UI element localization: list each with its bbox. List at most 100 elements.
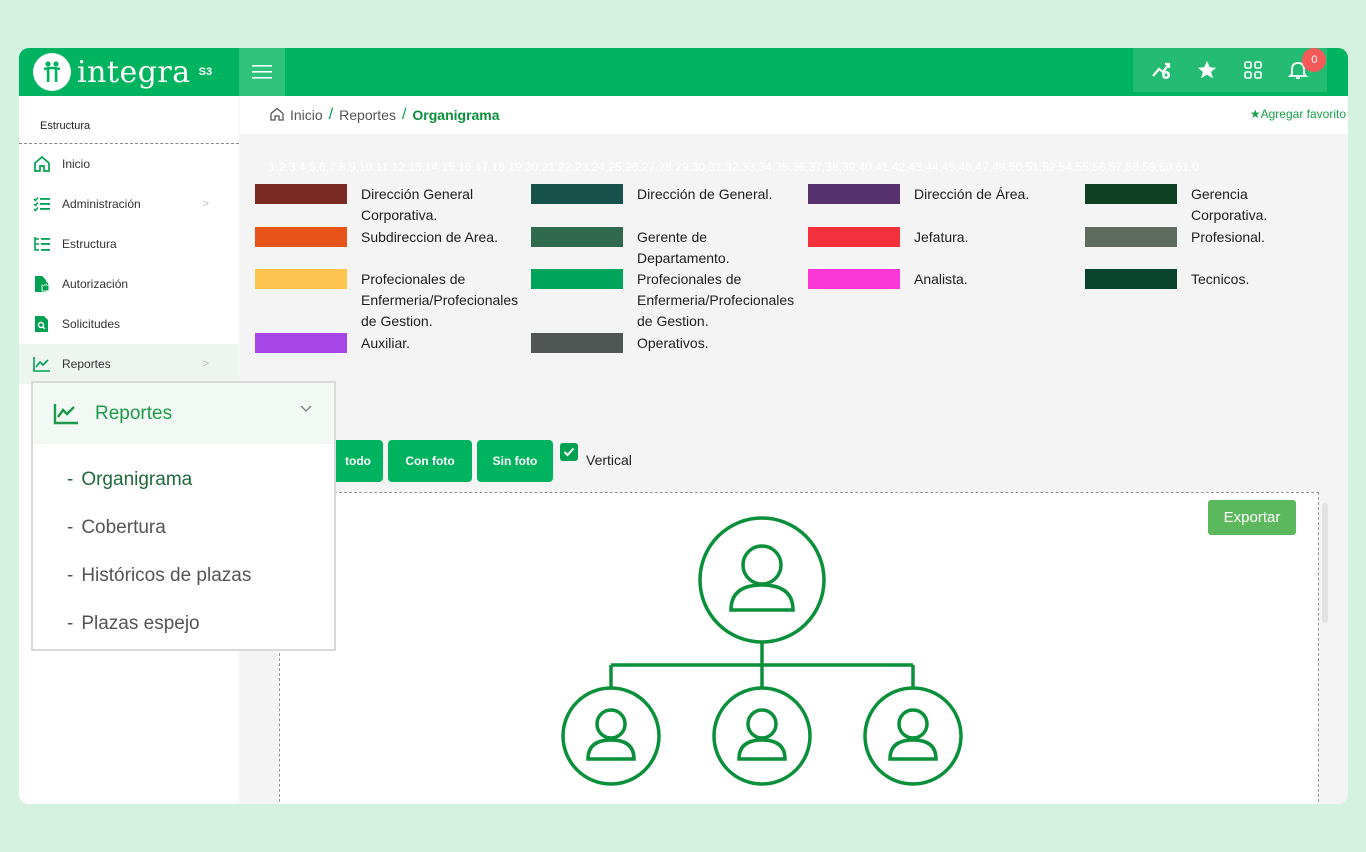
legend-swatch bbox=[255, 333, 347, 353]
legend-label: Gerencia Corporativa. bbox=[1191, 186, 1268, 223]
legend-swatch bbox=[255, 184, 347, 204]
legend-item: Profecionales de Enfermeria/Profecionale… bbox=[255, 269, 530, 332]
home-icon[interactable] bbox=[270, 107, 284, 124]
submenu-item-cobertura[interactable]: - Cobertura bbox=[33, 504, 334, 552]
legend-item: Dirección General Corporativa. bbox=[255, 184, 525, 226]
sidebar-item-label: Estructura bbox=[62, 237, 117, 251]
child-node-circle bbox=[712, 686, 812, 786]
with-photo-button[interactable]: Con foto bbox=[388, 440, 472, 482]
legend-swatch bbox=[531, 333, 623, 353]
legend-item: Profecionales de Enfermeria/Profecionale… bbox=[531, 269, 806, 332]
legend-swatch bbox=[1085, 269, 1177, 289]
submenu-item-label: Plazas espejo bbox=[81, 613, 200, 634]
submenu-item-organigrama[interactable]: - Organigrama bbox=[33, 456, 334, 504]
sidebar-item-solicitudes[interactable]: Solicitudes bbox=[19, 304, 239, 344]
sidebar-item-administracion[interactable]: Administración > bbox=[19, 184, 239, 224]
legend-label: Operativos. bbox=[637, 335, 709, 351]
sidebar-item-autorizacion[interactable]: Autorización bbox=[19, 264, 239, 304]
sidebar-item-reportes[interactable]: Reportes > bbox=[19, 344, 239, 384]
logo-mark-icon bbox=[33, 53, 71, 91]
child-node-circle bbox=[863, 686, 963, 786]
breadcrumb-bar: Inicio / Reportes / Organigrama ★Agregar… bbox=[240, 96, 1348, 134]
chart-settings-icon[interactable] bbox=[1150, 58, 1174, 82]
brand-name: integra bbox=[77, 54, 191, 90]
brand-suffix: S3 bbox=[198, 66, 213, 78]
chart-line-icon bbox=[53, 403, 78, 424]
legend-swatch bbox=[808, 184, 900, 204]
legend-swatch bbox=[255, 227, 347, 247]
submenu-item-historicos[interactable]: - Históricos de plazas bbox=[33, 552, 334, 600]
chevron-right-icon: > bbox=[202, 198, 209, 210]
legend-item: Gerente de Departamento. bbox=[531, 227, 801, 269]
vertical-label: Vertical bbox=[586, 452, 632, 468]
chart-line-icon bbox=[33, 355, 51, 373]
root-node-circle bbox=[698, 516, 826, 644]
hamburger-icon bbox=[252, 65, 272, 79]
vertical-checkbox[interactable] bbox=[560, 443, 578, 461]
sidebar-item-label: Autorización bbox=[62, 277, 129, 291]
legend-label: Dirección General Corporativa. bbox=[361, 186, 474, 223]
brand-logo[interactable]: integra S3 bbox=[33, 53, 212, 91]
canvas-scrollbar[interactable] bbox=[1322, 503, 1328, 623]
legend-label: Subdireccion de Area. bbox=[361, 229, 498, 245]
legend-swatch bbox=[1085, 184, 1177, 204]
org-chart-diagram bbox=[561, 516, 963, 786]
document-search-icon bbox=[33, 315, 51, 333]
legend-label: Auxiliar. bbox=[361, 335, 411, 351]
sidebar-item-label: Inicio bbox=[62, 157, 91, 171]
top-actions: 0 bbox=[1133, 48, 1327, 92]
list-check-icon bbox=[33, 195, 51, 213]
submenu-item-label: Organigrama bbox=[81, 469, 193, 490]
submenu-item-label: Históricos de plazas bbox=[81, 565, 252, 586]
top-bar: integra S3 0 bbox=[19, 48, 1348, 96]
breadcrumb-separator: / bbox=[401, 106, 407, 123]
sidebar-item-label: Administración bbox=[62, 197, 141, 211]
legend-item: Operativos. bbox=[531, 333, 801, 354]
legend-label: Analista. bbox=[914, 271, 968, 287]
legend-swatch bbox=[255, 269, 347, 289]
legend-item: Gerencia Corporativa. bbox=[1085, 184, 1335, 226]
breadcrumb-reportes[interactable]: Reportes bbox=[339, 107, 396, 123]
sidebar-item-inicio[interactable]: Inicio bbox=[19, 144, 239, 184]
reportes-submenu-callout: Reportes - Organigrama - Cobertura - Histór… bbox=[31, 381, 336, 651]
structure-list-icon bbox=[33, 235, 51, 253]
sidebar-item-estructura[interactable]: Estructura bbox=[19, 224, 239, 264]
star-icon[interactable] bbox=[1195, 58, 1219, 82]
legend-swatch bbox=[1085, 227, 1177, 247]
submenu-title: Reportes bbox=[95, 402, 173, 424]
org-chart-canvas[interactable]: Exportar bbox=[279, 492, 1319, 804]
menu-toggle-button[interactable] bbox=[239, 48, 285, 96]
breadcrumb: Inicio / Reportes / Organigrama bbox=[270, 106, 500, 124]
legend-label: Profecionales de Enfermeria/Profecionale… bbox=[637, 271, 795, 329]
legend-item: Jefatura. bbox=[808, 227, 1078, 248]
breadcrumb-home[interactable]: Inicio bbox=[290, 107, 323, 123]
legend-label: Profecionales de Enfermeria/Profecionale… bbox=[361, 271, 519, 329]
notification-badge: 0 bbox=[1302, 48, 1327, 72]
legend-label: Gerente de Departamento. bbox=[637, 229, 730, 266]
submenu-item-label: Cobertura bbox=[81, 517, 166, 538]
add-favorite-link[interactable]: ★Agregar favorito bbox=[1250, 107, 1346, 121]
legend-label: Tecnicos. bbox=[1191, 271, 1250, 287]
show-all-button[interactable]: todo bbox=[333, 440, 383, 482]
sidebar-header: Estructura bbox=[19, 96, 239, 144]
submenu-item-plazas-espejo[interactable]: - Plazas espejo bbox=[33, 600, 334, 648]
root-person-head bbox=[741, 544, 783, 586]
sidebar-item-label: Solicitudes bbox=[62, 317, 121, 331]
legend-label: Profesional. bbox=[1191, 229, 1265, 245]
breadcrumb-current: Organigrama bbox=[412, 107, 500, 123]
legend-swatch bbox=[808, 269, 900, 289]
bell-icon[interactable]: 0 bbox=[1286, 48, 1327, 82]
legend-item: Analista. bbox=[808, 269, 1078, 290]
legend-swatch bbox=[531, 269, 623, 289]
document-lock-icon bbox=[33, 275, 51, 293]
submenu-header-reportes[interactable]: Reportes bbox=[33, 383, 334, 444]
legend-item: Dirección de Área. bbox=[808, 184, 1078, 205]
legend-label: Dirección de Área. bbox=[914, 186, 1030, 202]
apps-grid-icon[interactable] bbox=[1241, 58, 1265, 82]
legend-swatch bbox=[531, 227, 623, 247]
sidebar-item-label: Reportes bbox=[62, 357, 111, 371]
root-person-body bbox=[729, 583, 795, 612]
legend-item: Subdireccion de Area. bbox=[255, 227, 525, 248]
home-icon bbox=[33, 155, 51, 173]
without-photo-button[interactable]: Sin foto bbox=[477, 440, 553, 482]
